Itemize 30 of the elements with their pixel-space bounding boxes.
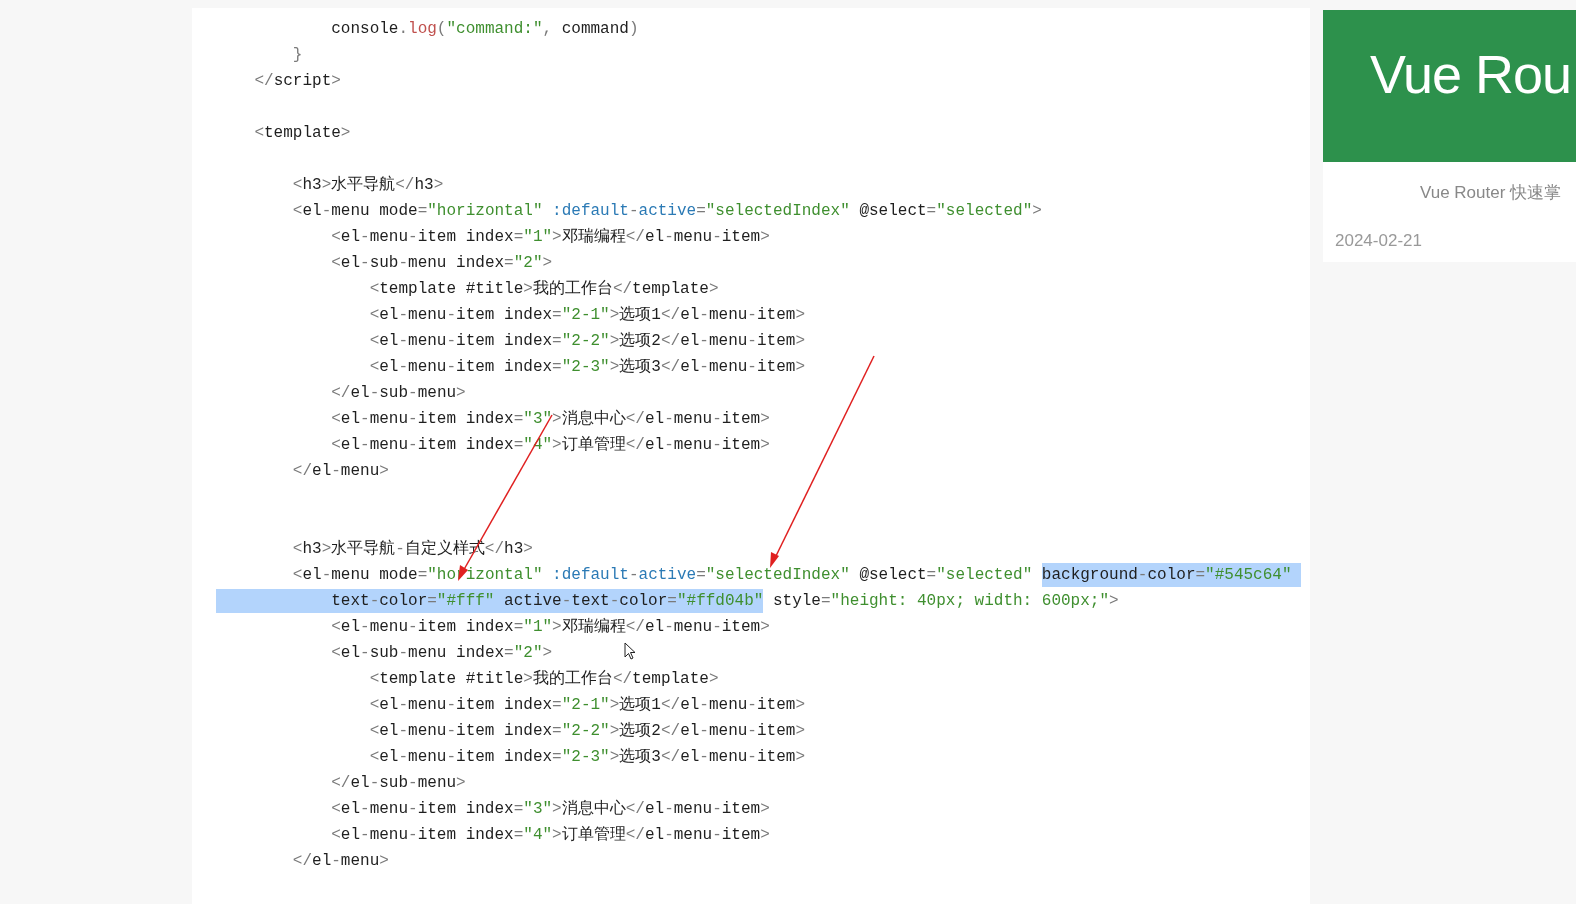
code-line: <el-sub-menu index="2"> <box>330 253 553 274</box>
code-line: <el-menu-item index="2-2">选项2</el-menu-item> <box>368 331 805 352</box>
code-line: </el-sub-menu> <box>330 383 466 404</box>
code-line: <h3>水平导航</h3> <box>291 174 444 196</box>
article-date: 2024-02-21 <box>1335 230 1422 250</box>
code-line: text-color="#fff" active-text-color="#ffd04b" style="height: 40px; width: 600px;"> <box>216 588 1119 614</box>
code-line: </script> <box>253 71 341 92</box>
code-line: <el-menu-item index="1">邓瑞编程</el-menu-item> <box>330 227 770 248</box>
code-line: </el-sub-menu> <box>330 773 466 794</box>
code-line: <el-sub-menu index="2"> <box>330 643 553 664</box>
code-line: <el-menu-item index="2-1">选项1</el-menu-item> <box>368 305 805 326</box>
code-line: <el-menu-item index="2-1">选项1</el-menu-item> <box>368 695 805 716</box>
code-line: <el-menu mode="horizontal" :default-active="selectedIndex" @select="selected"> <box>291 201 1042 222</box>
cursor-icon <box>624 642 636 660</box>
code-line: <el-menu-item index="3">消息中心</el-menu-item> <box>330 798 770 820</box>
code-line: </el-menu> <box>291 461 389 482</box>
code-line: <el-menu-item index="2-2">选项2</el-menu-item> <box>368 721 805 742</box>
code-line: <template #title>我的工作台</template> <box>368 669 719 690</box>
cover-title: Vue Rou <box>1370 44 1572 104</box>
code-line: <el-menu-item index="3">消息中心</el-menu-item> <box>330 408 770 430</box>
code-line: <el-menu-item index="2-3">选项3</el-menu-item> <box>368 357 805 378</box>
code-line: <el-menu-item index="2-3">选项3</el-menu-item> <box>368 747 805 768</box>
code-line: <template> <box>253 123 351 144</box>
code-line: } <box>291 45 303 66</box>
code-line: </el-menu> <box>291 851 389 872</box>
code-line: <template #title>我的工作台</template> <box>368 279 719 300</box>
code-line: <el-menu-item index="4">订单管理</el-menu-item> <box>330 825 770 846</box>
article-title: Vue Router 快速掌 <box>1420 183 1562 202</box>
code-line: console.log("command:", command) <box>330 19 639 40</box>
code-line: <el-menu-item index="1">邓瑞编程</el-menu-item> <box>330 617 770 638</box>
